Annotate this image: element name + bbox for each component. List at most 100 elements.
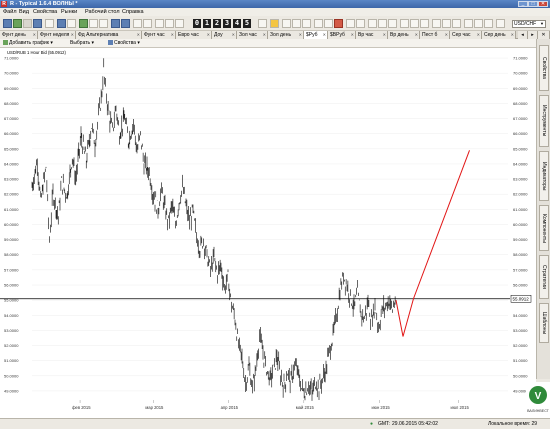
trend-icon[interactable] [324, 19, 333, 28]
symbol-select[interactable]: USD/CHF ▼ [512, 20, 546, 28]
wave-button-5[interactable]: 5 [243, 19, 251, 28]
measure-icon[interactable] [464, 19, 473, 28]
add-graph-button[interactable]: Добавить график ▾ [3, 39, 53, 48]
lock-icon[interactable] [356, 19, 365, 28]
candles-icon[interactable] [99, 19, 108, 28]
tabs-scroll-right[interactable]: ▸ [528, 31, 538, 39]
tabs-close-all[interactable]: ✕ [538, 31, 550, 39]
ruler-icon[interactable] [302, 19, 311, 28]
close-icon[interactable]: ✕ [351, 31, 354, 39]
close-icon[interactable]: ✕ [445, 31, 448, 39]
cut-icon[interactable] [45, 19, 54, 28]
wave-button-0[interactable]: 0 [193, 19, 201, 28]
tab-fd-alternative[interactable]: Фд Альтернатива ✕ [76, 31, 142, 39]
gann-icon[interactable] [420, 19, 429, 28]
tab-funt-week[interactable]: Фунт неделя ✕ [38, 31, 76, 39]
menu-markets[interactable]: Рынки [61, 8, 77, 16]
select-button[interactable]: Выбрать ▾ [70, 39, 94, 48]
save-icon[interactable] [23, 19, 32, 28]
close-icon[interactable]: ✕ [383, 31, 386, 39]
menu-file[interactable]: Файл [3, 8, 17, 16]
tab-vr-day[interactable]: Вр день ✕ [388, 31, 420, 39]
menu-workspace[interactable]: Рабочий стол [85, 8, 120, 16]
hline-tool-icon[interactable] [165, 19, 174, 28]
channel-icon[interactable] [314, 19, 323, 28]
close-icon[interactable]: ✕ [33, 31, 36, 39]
tab-pest[interactable]: Пест б ✕ [420, 31, 450, 39]
minimize-button[interactable]: _ [518, 1, 528, 7]
cursor-icon[interactable] [258, 19, 267, 28]
price-chart[interactable]: USD/RUB 1 Hour Bid (55.0912) 71.0000 70.0… [0, 48, 536, 418]
tab-silver-day[interactable]: Сер день ✕ [482, 31, 516, 39]
delete-drawing-icon[interactable] [334, 19, 343, 28]
side-tab-indicators[interactable]: Индикаторы [539, 151, 549, 201]
wave-button-2[interactable]: 2 [213, 19, 221, 28]
tab-gold-hour[interactable]: Зол час ✕ [237, 31, 268, 39]
tabs-scroll-left[interactable]: ◂ [518, 31, 528, 39]
wave-button-3[interactable]: 3 [223, 19, 231, 28]
chart-type-icon[interactable] [79, 19, 88, 28]
tab-vr-hour[interactable]: Вр час ✕ [356, 31, 388, 39]
tab-dow[interactable]: Доу ✕ [212, 31, 237, 39]
grid-icon[interactable] [143, 19, 152, 28]
tab-funt-day[interactable]: Фунт день ✕ [0, 31, 38, 39]
side-tab-properties[interactable]: Свойства [539, 45, 549, 91]
wave-button-4[interactable]: 4 [233, 19, 241, 28]
close-icon[interactable]: ✕ [299, 31, 302, 39]
arc-icon[interactable] [410, 19, 419, 28]
close-icon[interactable]: ✕ [323, 31, 326, 39]
settings-icon[interactable] [496, 19, 505, 28]
close-icon[interactable]: ✕ [415, 31, 418, 39]
undo-icon[interactable] [57, 19, 66, 28]
side-tab-components[interactable]: Компоненты [539, 205, 549, 251]
side-tab-strategies[interactable]: Стратегии [539, 255, 549, 299]
bars-icon[interactable] [89, 19, 98, 28]
chart-svg[interactable]: USD/RUB 1 Hour Bid (55.0912) 71.0000 70.0… [0, 48, 536, 418]
new-icon[interactable] [3, 19, 12, 28]
menu-properties[interactable]: Свойства [33, 8, 57, 16]
line-tool-icon[interactable] [155, 19, 164, 28]
projection-line[interactable] [395, 150, 470, 337]
close-icon[interactable]: ✕ [207, 31, 210, 39]
close-icon[interactable]: ✕ [511, 31, 514, 39]
tab-euro-hour[interactable]: Евро час ✕ [176, 31, 212, 39]
close-icon[interactable]: ✕ [263, 31, 266, 39]
tab-usd-vrub[interactable]: $ВРуб ✕ [328, 31, 356, 39]
magnet-icon[interactable] [346, 19, 355, 28]
close-button[interactable]: ✕ [538, 1, 548, 7]
pitchfork-icon[interactable] [442, 19, 451, 28]
tab-funt-hour[interactable]: Фунт час ✕ [142, 31, 176, 39]
wave-button-1[interactable]: 1 [203, 19, 211, 28]
close-icon[interactable]: ✕ [137, 31, 140, 39]
side-tab-tools[interactable]: Инструменты [539, 95, 549, 147]
flag-icon[interactable] [484, 19, 493, 28]
ellipse-icon[interactable] [378, 19, 387, 28]
pointer-icon[interactable] [270, 19, 279, 28]
properties-button[interactable]: Свойства ▾ [108, 39, 140, 48]
redo-icon[interactable] [67, 19, 76, 28]
tab-usd-rub[interactable]: $Руб ✕ [304, 31, 328, 39]
menu-help[interactable]: Справка [122, 8, 144, 16]
side-tab-templates[interactable]: Шаблоны [539, 303, 549, 343]
maximize-button[interactable]: □ [528, 1, 538, 7]
fib-tool-icon[interactable] [175, 19, 184, 28]
triangle-icon[interactable] [400, 19, 409, 28]
fan-icon[interactable] [432, 19, 441, 28]
close-icon[interactable]: ✕ [71, 31, 74, 39]
close-icon[interactable]: ✕ [232, 31, 235, 39]
cycle-icon[interactable] [452, 19, 461, 28]
tab-silver-hour[interactable]: Сер час ✕ [450, 31, 482, 39]
close-icon[interactable]: ✕ [477, 31, 480, 39]
open-icon[interactable] [13, 19, 22, 28]
pen-icon[interactable] [282, 19, 291, 28]
close-icon[interactable]: ✕ [171, 31, 174, 39]
zoom-in-icon[interactable] [111, 19, 120, 28]
text-tool-icon[interactable] [292, 19, 301, 28]
tab-gold-day[interactable]: Зол день ✕ [268, 31, 304, 39]
arrow-icon[interactable] [368, 19, 377, 28]
crosshair-icon[interactable] [133, 19, 142, 28]
print-icon[interactable] [33, 19, 42, 28]
zoom-out-icon[interactable] [121, 19, 130, 28]
label-icon[interactable] [474, 19, 483, 28]
rectangle-icon[interactable] [388, 19, 397, 28]
